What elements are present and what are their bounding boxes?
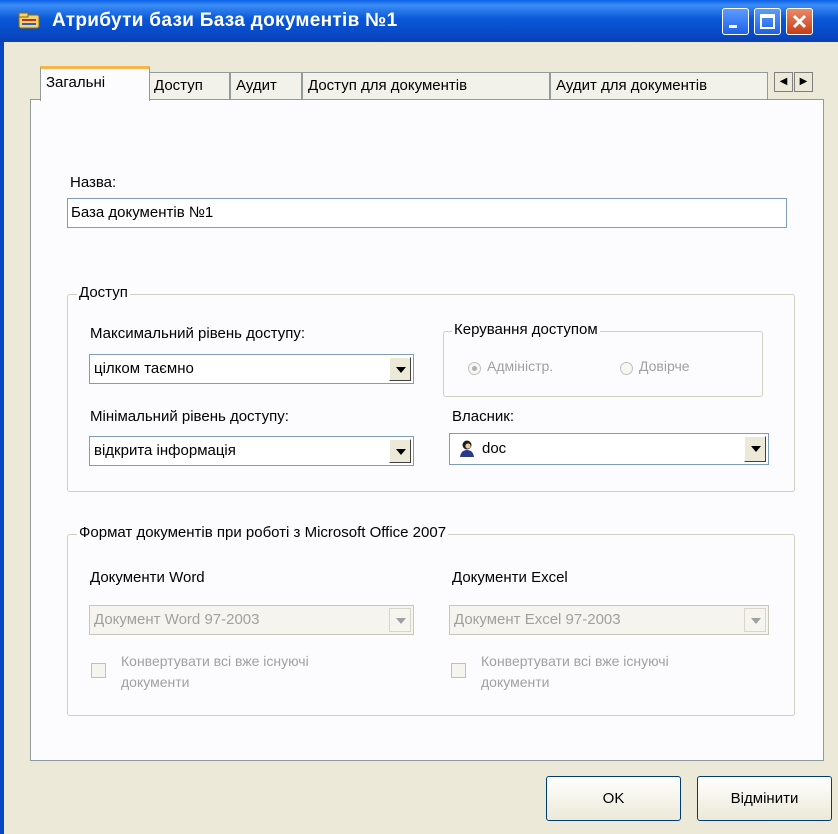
radio-admin[interactable] [468,362,481,375]
max-level-value: цілком таємно [94,360,194,377]
owner-value: doc [482,440,507,457]
tab-audit[interactable]: Аудит [230,72,302,100]
max-level-select[interactable]: цілком таємно [89,354,414,384]
min-level-label: Мінімальний рівень доступу: [90,408,289,425]
owner-select[interactable]: doc [449,433,769,465]
word-convert-label-line1: Конвертувати всі вже існуючі [121,653,309,669]
name-label: Назва: [70,174,117,191]
owner-label: Власник: [452,408,514,425]
window-title: Атрибути бази База документів №1 [52,10,398,31]
excel-convert-checkbox[interactable] [451,663,466,678]
chevron-down-icon[interactable] [389,357,411,381]
access-control-title: Керування доступом [452,321,600,338]
title-bar[interactable]: Атрибути бази База документів №1 [0,0,838,42]
chevron-down-icon[interactable] [744,436,766,462]
radio-trusted-label: Довірче [639,358,690,374]
maximize-button[interactable] [754,8,781,35]
word-format-value: Документ Word 97-2003 [94,611,260,628]
excel-convert-label-line2: документи [481,674,550,690]
chevron-down-icon[interactable] [744,608,766,632]
format-group-title: Формат документів при роботі з Microsoft… [77,524,449,541]
word-label: Документи Word [90,569,205,586]
min-level-select[interactable]: відкрита інформація [89,436,414,466]
cancel-button[interactable]: Відмінити [697,776,832,821]
tab-general[interactable]: Загальні [40,66,150,101]
max-level-label: Максимальний рівень доступу: [90,325,306,342]
minimize-button[interactable] [722,8,749,35]
tab-strip: Загальні Доступ Аудит Доступ для докумен… [28,66,838,101]
word-convert-label-line2: документи [121,674,190,690]
tab-document-access[interactable]: Доступ для документів [302,72,550,100]
tab-panel-general: Назва: База документів №1 Доступ Максима… [30,99,824,761]
chevron-down-icon[interactable] [389,608,411,632]
minimize-icon [729,25,737,28]
min-level-value: відкрита інформація [94,442,236,459]
close-button[interactable] [786,8,813,35]
tab-scroll-right-icon[interactable]: ▶ [794,72,813,92]
word-format-select[interactable]: Документ Word 97-2003 [89,605,414,635]
window-border [0,42,4,834]
user-icon [460,440,474,457]
excel-label: Документи Excel [452,569,568,586]
close-icon [792,14,807,29]
ok-button[interactable]: OK [546,776,681,821]
access-group-title: Доступ [77,284,130,301]
radio-trusted[interactable] [620,362,633,375]
tab-scroll-left-icon[interactable]: ◀ [774,72,793,92]
excel-format-value: Документ Excel 97-2003 [454,611,621,628]
chevron-down-icon[interactable] [389,439,411,463]
word-convert-checkbox[interactable] [91,663,106,678]
excel-format-select[interactable]: Документ Excel 97-2003 [449,605,769,635]
name-field[interactable]: База документів №1 [67,198,787,228]
maximize-icon [760,14,775,29]
excel-convert-label-line1: Конвертувати всі вже існуючі [481,653,669,669]
database-icon [18,12,40,29]
tab-document-audit[interactable]: Аудит для документів [550,72,768,100]
tab-access[interactable]: Доступ [148,72,230,100]
dialog-window: Атрибути бази База документів №1 Загальн… [0,0,838,834]
radio-admin-label: Адміністр. [487,358,554,374]
